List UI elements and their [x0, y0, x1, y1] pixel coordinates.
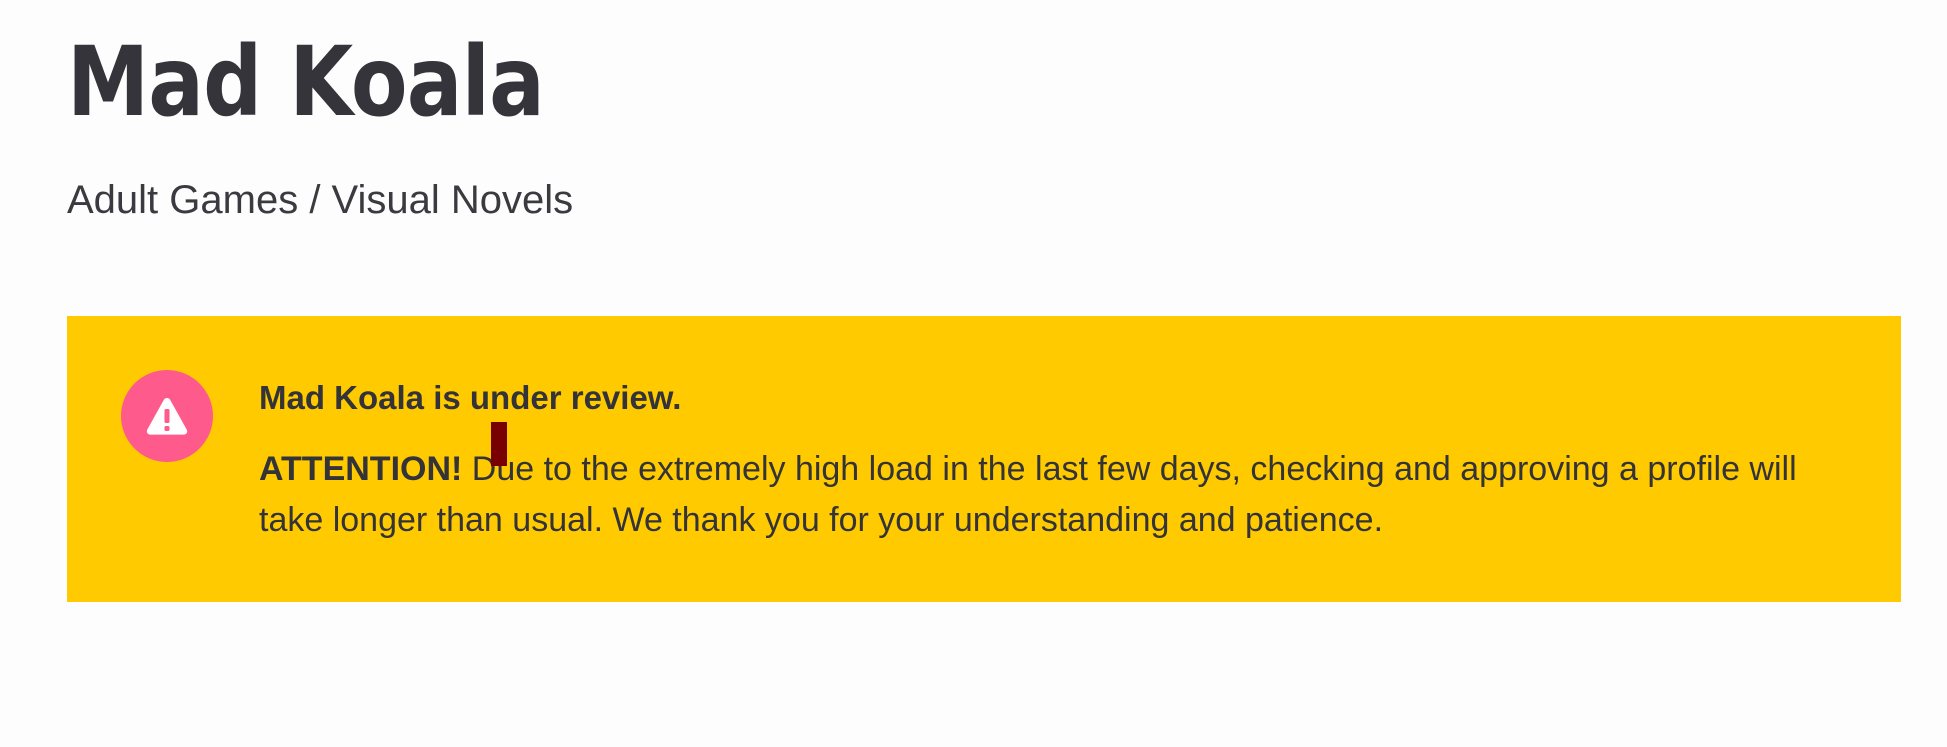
warning-triangle-icon [146, 398, 188, 435]
text-cursor [491, 422, 507, 466]
attention-label: ATTENTION! [259, 450, 463, 488]
attention-message-text: Due to the extremely high load in the la… [259, 450, 1797, 539]
page-header: Mad Koala Adult Games / Visual Novels [67, 22, 622, 224]
review-status-heading: Mad Koala is under review. [259, 379, 682, 416]
page-title: Mad Koala [67, 26, 545, 138]
warning-badge [121, 370, 213, 462]
review-notice-banner: Mad Koala is under review. ATTENTION! Du… [67, 316, 1901, 602]
page-subtitle: Adult Games / Visual Novels [67, 178, 574, 222]
